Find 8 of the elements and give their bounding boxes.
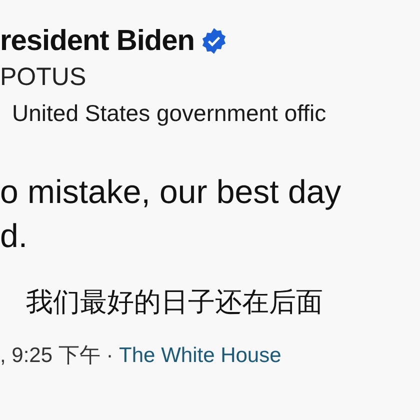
author-name[interactable]: resident Biden xyxy=(0,24,194,58)
tweet-text: o mistake, our best day xyxy=(0,173,342,210)
translation-text: 我们最好的日子还在后面 xyxy=(26,287,323,318)
tweet-text: d. xyxy=(0,217,28,254)
tweet-timestamp: , 9:25 下午 · xyxy=(0,344,114,367)
author-handle[interactable]: POTUS xyxy=(0,63,86,91)
account-label: United States government offic xyxy=(12,100,326,126)
source-link[interactable]: The White House xyxy=(119,344,282,367)
